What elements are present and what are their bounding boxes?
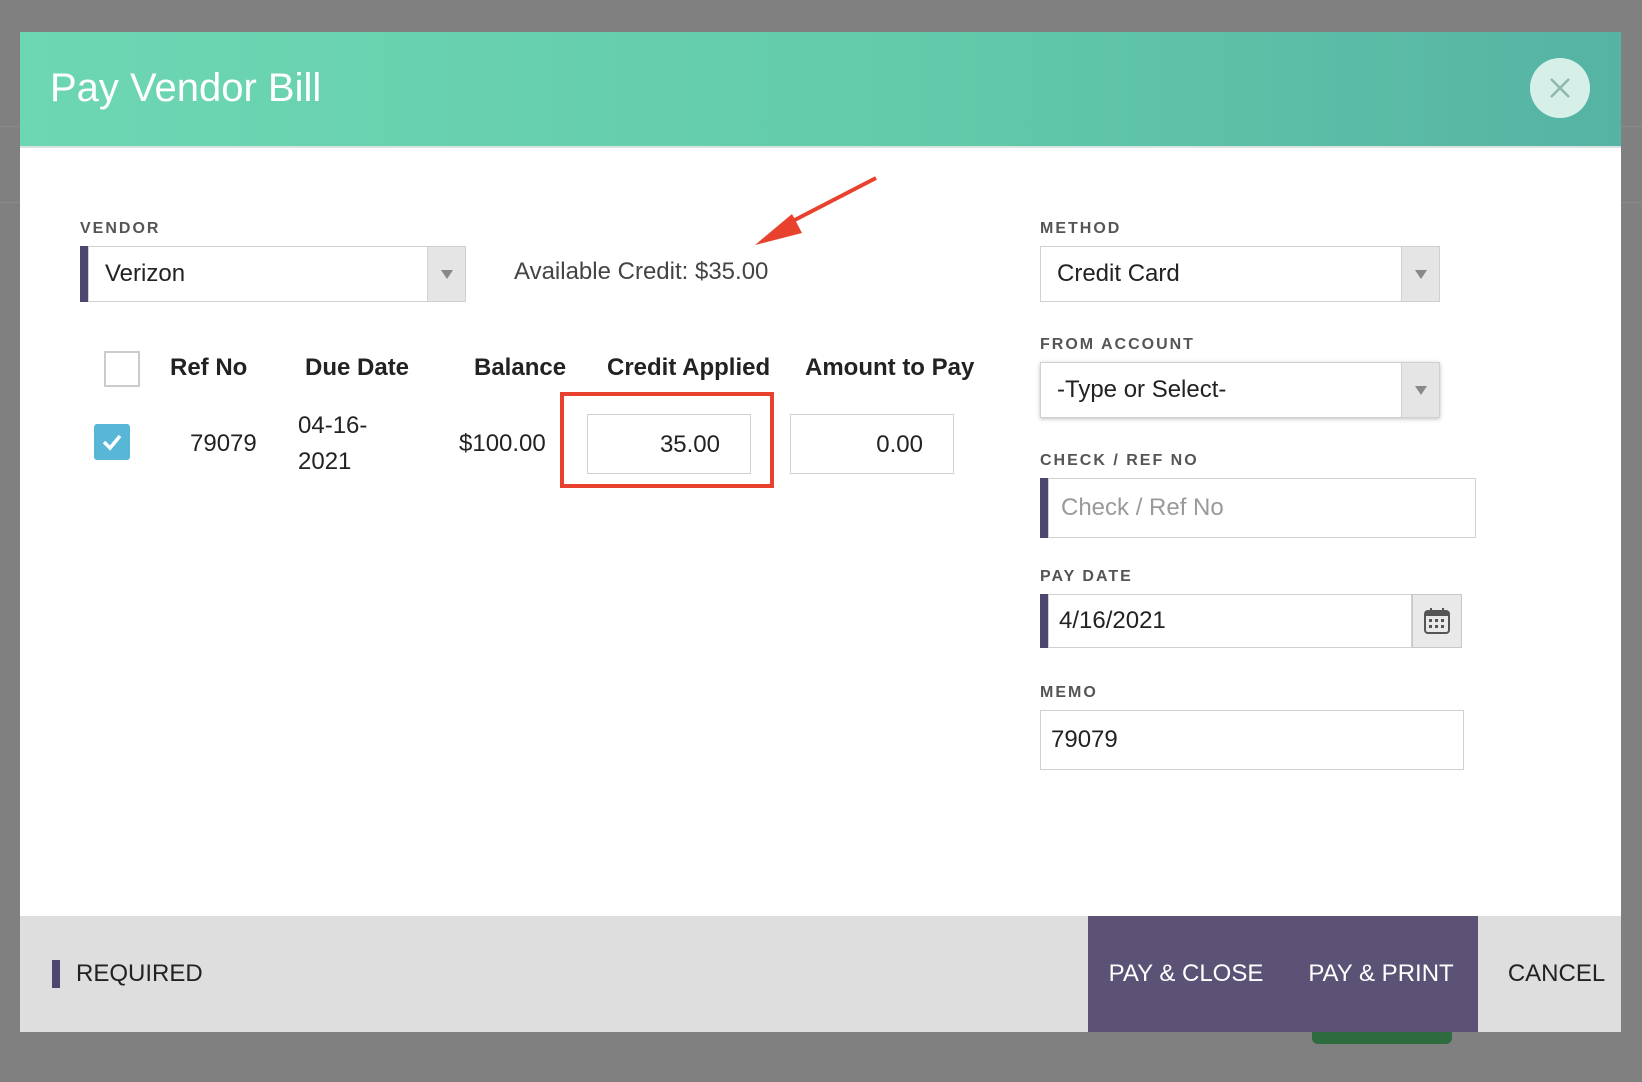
required-indicator <box>1040 478 1048 538</box>
vendor-value: Verizon <box>105 260 186 287</box>
header-credit-applied: Credit Applied <box>607 354 771 381</box>
row-ref-no: 79079 <box>190 430 257 457</box>
header-balance: Balance <box>474 354 567 381</box>
required-legend-label: REQUIRED <box>76 960 203 987</box>
header-ref-no: Ref No <box>170 354 248 381</box>
method-value: Credit Card <box>1057 260 1180 287</box>
pay-date-value: 4/16/2021 <box>1059 607 1166 634</box>
memo-label: MEMO <box>1040 684 1098 701</box>
background-button <box>1312 1030 1452 1044</box>
vendor-label: VENDOR <box>80 220 161 237</box>
pay-print-button[interactable]: PAY & PRINT <box>1284 916 1478 1032</box>
dropdown-button[interactable] <box>1401 363 1439 417</box>
pay-date-input[interactable]: 4/16/2021 <box>1048 594 1412 648</box>
row-due-date-line1: 04-16- <box>298 412 368 439</box>
chevron-down-icon <box>1414 269 1427 279</box>
annotation-highlight-box <box>560 392 774 488</box>
select-all-checkbox[interactable] <box>104 351 140 387</box>
calendar-icon <box>1424 608 1450 634</box>
chevron-down-icon <box>440 269 453 279</box>
amount-to-pay-value: 0.00 <box>876 431 923 458</box>
chevron-down-icon <box>1414 385 1427 395</box>
dropdown-button[interactable] <box>427 247 465 301</box>
pay-vendor-bill-dialog: Pay Vendor Bill VENDOR Verizon Available… <box>20 32 1621 1032</box>
pay-close-button[interactable]: PAY & CLOSE <box>1088 916 1284 1032</box>
dropdown-button[interactable] <box>1401 247 1439 301</box>
pay-date-label: PAY DATE <box>1040 568 1133 585</box>
required-legend-bar <box>52 960 60 988</box>
row-checkbox[interactable] <box>94 424 130 460</box>
available-credit: Available Credit: $35.00 <box>514 258 769 285</box>
row-balance: $100.00 <box>459 430 546 457</box>
from-account-label: FROM ACCOUNT <box>1040 336 1195 353</box>
amount-to-pay-input[interactable]: 0.00 <box>790 414 954 474</box>
check-ref-input[interactable]: Check / Ref No <box>1048 478 1476 538</box>
checkmark-icon <box>102 434 122 451</box>
method-label: METHOD <box>1040 220 1122 237</box>
header-due-date: Due Date <box>305 354 410 381</box>
memo-value: 79079 <box>1051 726 1118 753</box>
row-due-date-line2: 2021 <box>298 448 352 475</box>
method-select[interactable]: Credit Card <box>1040 246 1440 302</box>
cancel-button[interactable]: CANCEL <box>1492 916 1621 1032</box>
calendar-button[interactable] <box>1412 594 1462 648</box>
required-indicator <box>1040 594 1048 648</box>
from-account-select[interactable]: -Type or Select- <box>1040 362 1440 418</box>
vendor-select[interactable]: Verizon <box>88 246 466 302</box>
header-amount-to-pay: Amount to Pay <box>805 354 975 381</box>
check-ref-placeholder: Check / Ref No <box>1061 494 1224 521</box>
from-account-value: -Type or Select- <box>1057 376 1227 403</box>
check-ref-label: CHECK / REF NO <box>1040 452 1199 469</box>
required-indicator <box>80 246 88 302</box>
memo-input[interactable]: 79079 <box>1040 710 1464 770</box>
dialog-footer: REQUIRED PAY & CLOSE PAY & PRINT CANCEL <box>20 916 1621 1032</box>
